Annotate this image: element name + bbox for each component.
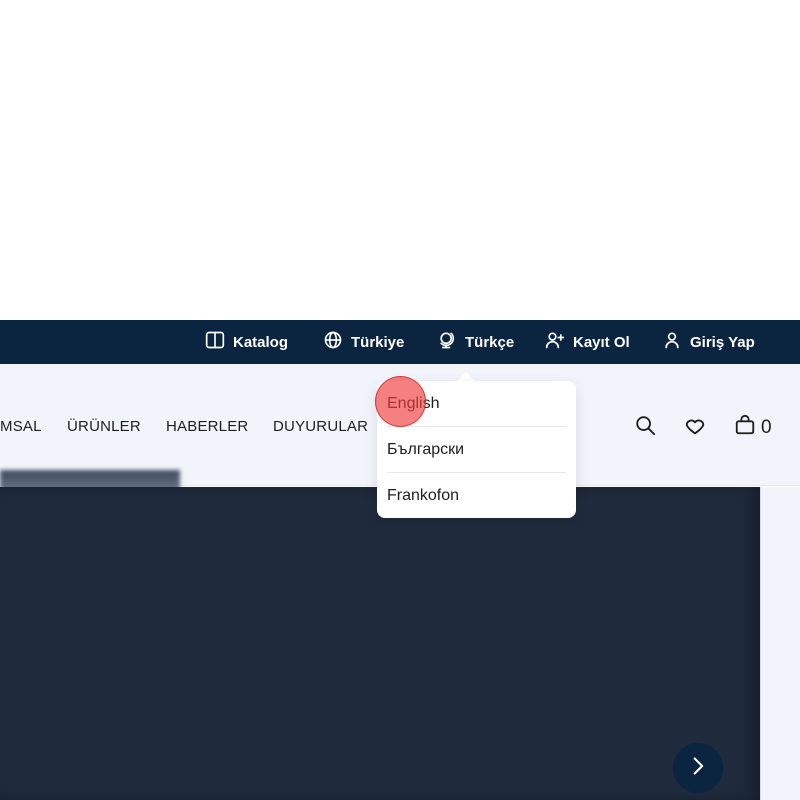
nav-link-kurumsal[interactable]: MSAL [0, 418, 42, 435]
country-selector[interactable]: Türkiye [323, 320, 404, 364]
nav-link-haberler[interactable]: HABERLER [166, 418, 248, 435]
language-option-english[interactable]: English [387, 381, 566, 427]
country-label: Türkiye [351, 333, 405, 351]
search-icon[interactable] [634, 414, 656, 436]
catalog-label: Katalog [233, 333, 289, 351]
shopping-bag-icon[interactable] [734, 414, 756, 436]
register-label: Kayıt Ol [573, 333, 630, 351]
globe-icon [323, 330, 343, 354]
nav-link-duyurular[interactable]: DUYURULAR [273, 418, 368, 435]
user-plus-icon [545, 330, 565, 354]
heart-icon[interactable] [684, 415, 706, 437]
language-label: Türkçe [465, 333, 515, 351]
chevron-right-icon [688, 756, 708, 781]
login-label: Giriş Yap [690, 333, 755, 351]
hero-slider [0, 487, 760, 800]
slider-next-button[interactable] [673, 743, 723, 793]
language-option-frankofon[interactable]: Frankofon [387, 473, 566, 519]
language-selector[interactable]: Türkçe [437, 320, 514, 364]
globe-stand-icon [437, 330, 457, 354]
top-bar: Katalog Türkiye Türkçe Kayıt Ol Giriş Ya… [0, 320, 800, 364]
register-link[interactable]: Kayıt Ol [545, 320, 630, 364]
hero-side-panel [760, 487, 800, 800]
catalog-link[interactable]: Katalog [205, 320, 288, 364]
login-link[interactable]: Giriş Yap [662, 320, 755, 364]
book-icon [205, 330, 225, 354]
language-option-bulgarian[interactable]: Български [387, 427, 566, 473]
cart-count: 0 [761, 417, 772, 438]
user-icon [662, 330, 682, 354]
language-dropdown: English Български Frankofon [377, 381, 576, 518]
nav-link-urunler[interactable]: ÜRÜNLER [67, 418, 141, 435]
